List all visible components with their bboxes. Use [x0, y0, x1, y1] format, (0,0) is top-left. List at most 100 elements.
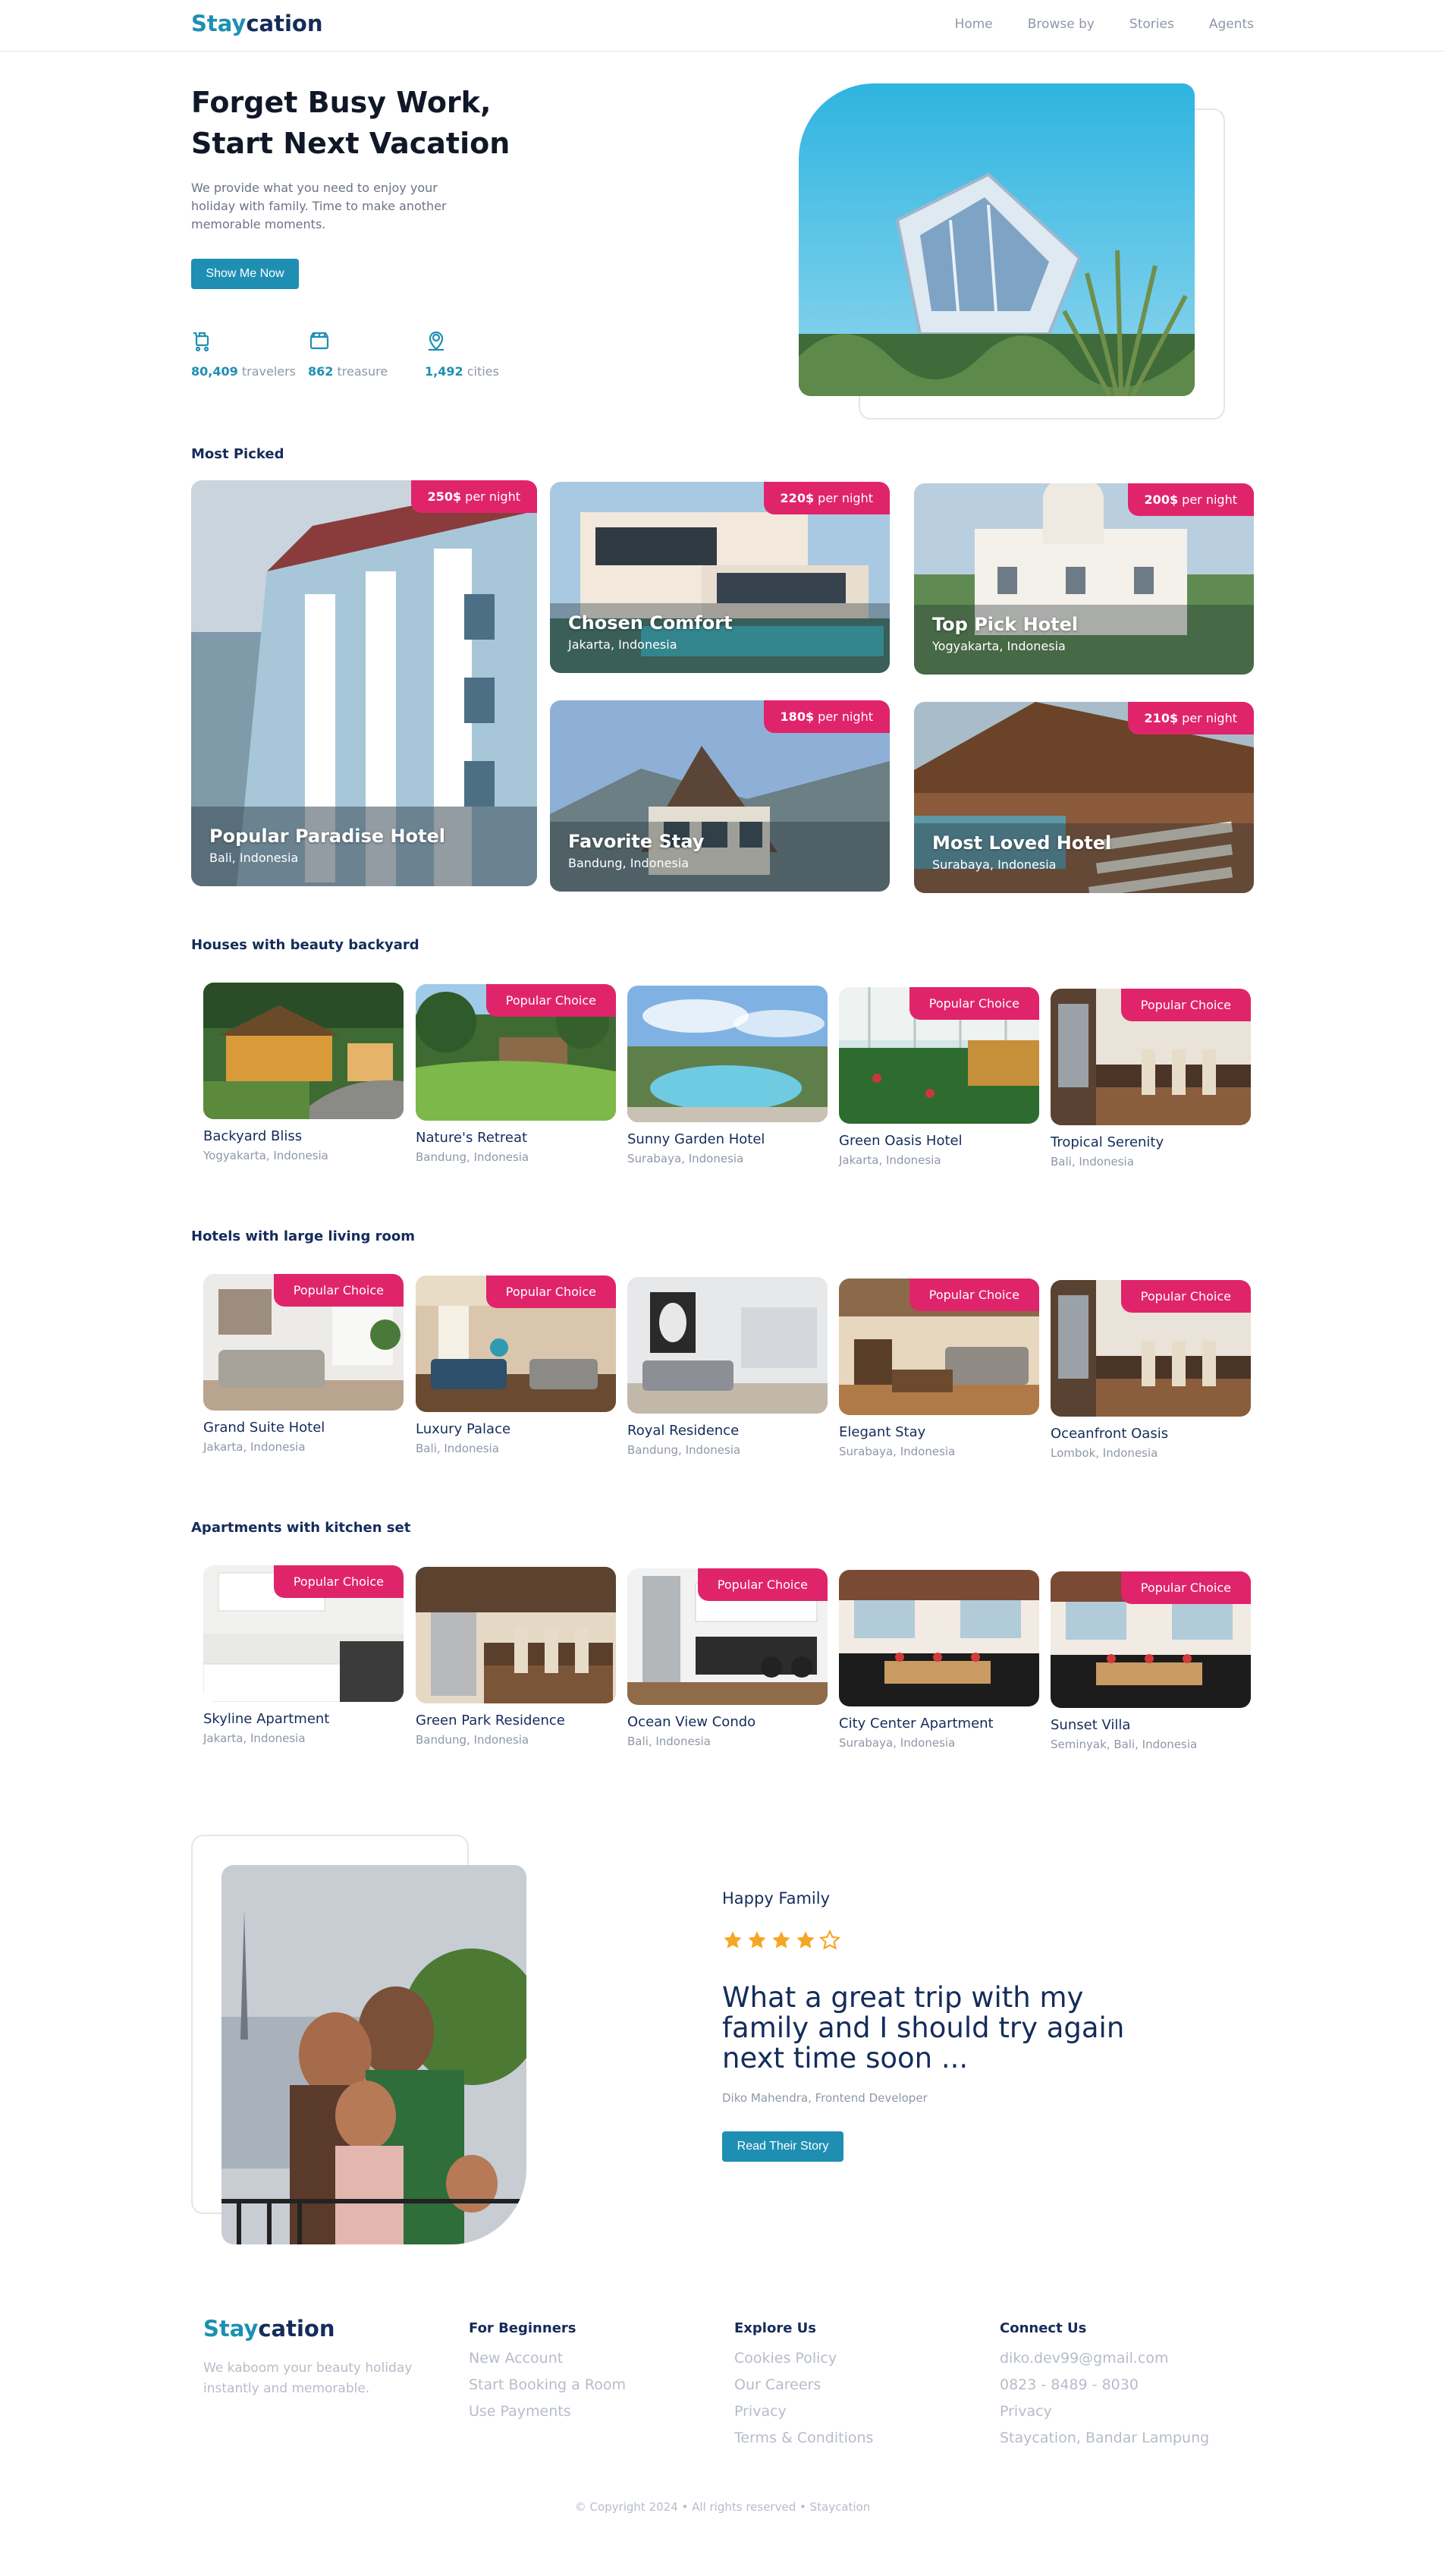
hotel-name: Chosen Comfort: [568, 612, 733, 634]
most-picked-card[interactable]: 220$ per night Chosen Comfort Jakarta, I…: [550, 482, 890, 673]
stat-travelers: 80,409 travelers: [191, 329, 296, 379]
popular-choice-badge: Popular Choice: [1120, 1571, 1251, 1604]
most-picked-card[interactable]: 200$ per night Top Pick Hotel Yogyakarta…: [914, 483, 1254, 675]
hotel-location: Jakarta, Indonesia: [203, 1440, 306, 1454]
footer-phone-link[interactable]: 0823 - 8489 - 8030: [1000, 2376, 1209, 2393]
star-icon: [724, 1931, 742, 1949]
house-image: Popular Choice: [1051, 989, 1251, 1125]
footer-link[interactable]: Cookies Policy: [734, 2350, 873, 2367]
nav-agents[interactable]: Agents: [1209, 17, 1254, 32]
house-card[interactable]: Popular Choice Green Oasis Hotel Jakarta…: [839, 987, 1039, 1167]
most-picked-card[interactable]: 210$ per night Most Loved Hotel Surabaya…: [914, 702, 1254, 893]
apartment-name: Sunset Villa: [1051, 1717, 1131, 1733]
apartment-card[interactable]: City Center Apartment Surabaya, Indonesi…: [839, 1570, 1039, 1750]
hotel-location: Yogyakarta, Indonesia: [932, 639, 1066, 653]
price-tag: 180$ per night: [763, 700, 890, 733]
most-picked-card[interactable]: 180$ per night Favorite Stay Bandung, In…: [550, 700, 890, 892]
hotel-name: Grand Suite Hotel: [203, 1420, 325, 1436]
hero-title: Forget Busy Work, Start Next Vacation: [191, 86, 510, 160]
popular-choice-badge: Popular Choice: [273, 1565, 404, 1598]
apartment-location: Bandung, Indonesia: [416, 1733, 529, 1747]
apartment-image: Popular Choice: [627, 1568, 828, 1705]
site-header: Staycation Home Browse by Stories Agents: [0, 0, 1445, 52]
house-image: [203, 983, 404, 1119]
testimonial-author: Diko Mahendra, Frontend Developer: [722, 2091, 928, 2105]
apartment-image: Popular Choice: [203, 1565, 404, 1702]
nav-stories[interactable]: Stories: [1129, 17, 1174, 32]
price-tag: 220$ per night: [763, 482, 890, 514]
house-location: Bali, Indonesia: [1051, 1155, 1134, 1168]
footer-link[interactable]: Terms & Conditions: [734, 2430, 873, 2446]
house-location: Yogyakarta, Indonesia: [203, 1149, 328, 1162]
hotel-location: Lombok, Indonesia: [1051, 1446, 1158, 1460]
house-card[interactable]: Backyard Bliss Yogyakarta, Indonesia: [203, 983, 404, 1162]
hotel-image: [627, 1277, 828, 1414]
nav-home[interactable]: Home: [955, 17, 993, 32]
hotel-image: Popular Choice: [416, 1275, 616, 1412]
apartment-image: [839, 1570, 1039, 1706]
most-picked-card[interactable]: 250$ per night Popular Paradise Hotel Ba…: [191, 480, 537, 886]
popular-choice-badge: Popular Choice: [697, 1568, 828, 1601]
footer-link[interactable]: Start Booking a Room: [469, 2376, 626, 2393]
hotel-card[interactable]: Royal Residence Bandung, Indonesia: [627, 1277, 828, 1457]
house-card[interactable]: Popular Choice Tropical Serenity Bali, I…: [1051, 989, 1251, 1168]
apartment-card[interactable]: Green Park Residence Bandung, Indonesia: [416, 1567, 616, 1747]
apartment-card[interactable]: Popular Choice Ocean View Condo Bali, In…: [627, 1568, 828, 1748]
footer-link[interactable]: New Account: [469, 2350, 626, 2367]
footer-link[interactable]: Use Payments: [469, 2403, 626, 2420]
price-tag: 210$ per night: [1127, 702, 1254, 734]
location-pin-icon: [429, 331, 444, 351]
apartment-name: Green Park Residence: [416, 1713, 565, 1728]
brand-logo[interactable]: Staycation: [191, 11, 322, 36]
hotel-card[interactable]: Popular Choice Oceanfront Oasis Lombok, …: [1051, 1280, 1251, 1460]
testimonial-quote: What a great trip with my family and I s…: [722, 1981, 1125, 2074]
apartment-card[interactable]: Popular Choice Skyline Apartment Jakarta…: [203, 1565, 404, 1745]
house-name: Green Oasis Hotel: [839, 1133, 963, 1149]
stat-cities: 1,492 cities: [425, 329, 523, 379]
house-name: Tropical Serenity: [1051, 1134, 1164, 1150]
apartment-location: Surabaya, Indonesia: [839, 1736, 956, 1750]
hotel-card[interactable]: Popular Choice Grand Suite Hotel Jakarta…: [203, 1274, 404, 1454]
nav-browse-by[interactable]: Browse by: [1028, 17, 1095, 32]
house-image: [627, 986, 828, 1122]
footer-brand[interactable]: Staycation: [203, 2316, 335, 2342]
footer-email-link[interactable]: diko.dev99@gmail.com: [1000, 2350, 1209, 2367]
popular-choice-badge: Popular Choice: [485, 1275, 616, 1308]
footer-address-link[interactable]: Staycation, Bandar Lampung: [1000, 2430, 1209, 2446]
footer-column-title: Explore Us: [734, 2320, 817, 2336]
hotel-location: Bali, Indonesia: [209, 851, 299, 865]
popular-choice-badge: Popular Choice: [909, 987, 1039, 1020]
footer-link[interactable]: Privacy: [1000, 2403, 1209, 2420]
footer-column-title: For Beginners: [469, 2320, 576, 2336]
star-outline-icon: [819, 1930, 840, 1950]
footer-link[interactable]: Privacy: [734, 2403, 873, 2420]
apartment-name: City Center Apartment: [839, 1716, 994, 1731]
house-location: Surabaya, Indonesia: [627, 1152, 744, 1165]
hotel-name: Popular Paradise Hotel: [209, 826, 446, 847]
hotel-location: Jakarta, Indonesia: [568, 637, 677, 652]
read-their-story-button[interactable]: Read Their Story: [722, 2131, 843, 2162]
show-me-now-button[interactable]: Show Me Now: [191, 259, 299, 289]
apartment-card[interactable]: Popular Choice Sunset Villa Seminyak, Ba…: [1051, 1571, 1251, 1751]
footer-link[interactable]: Our Careers: [734, 2376, 873, 2393]
hotel-name: Favorite Stay: [568, 831, 705, 852]
hotel-image: Popular Choice: [203, 1274, 404, 1411]
hotel-location: Surabaya, Indonesia: [932, 857, 1057, 872]
hotel-card[interactable]: Popular Choice Luxury Palace Bali, Indon…: [416, 1275, 616, 1455]
apartment-location: Jakarta, Indonesia: [203, 1731, 306, 1745]
house-card[interactable]: Sunny Garden Hotel Surabaya, Indonesia: [627, 986, 828, 1165]
traveler-icon: [193, 332, 209, 352]
house-image: Popular Choice: [839, 987, 1039, 1124]
house-card[interactable]: Popular Choice Nature's Retreat Bandung,…: [416, 984, 616, 1164]
footer-tagline: We kaboom your beauty holiday instantly …: [203, 2361, 413, 2396]
house-image: Popular Choice: [416, 984, 616, 1121]
hotel-name: Luxury Palace: [416, 1421, 511, 1437]
hotel-card[interactable]: Popular Choice Elegant Stay Surabaya, In…: [839, 1279, 1039, 1458]
price-tag: 250$ per night: [410, 480, 537, 513]
popular-choice-badge: Popular Choice: [909, 1279, 1039, 1311]
apartment-location: Bali, Indonesia: [627, 1735, 711, 1748]
apartment-image: Popular Choice: [1051, 1571, 1251, 1708]
testimonial-image: [221, 1865, 526, 2244]
star-icon: [748, 1931, 766, 1949]
house-name: Sunny Garden Hotel: [627, 1131, 765, 1147]
